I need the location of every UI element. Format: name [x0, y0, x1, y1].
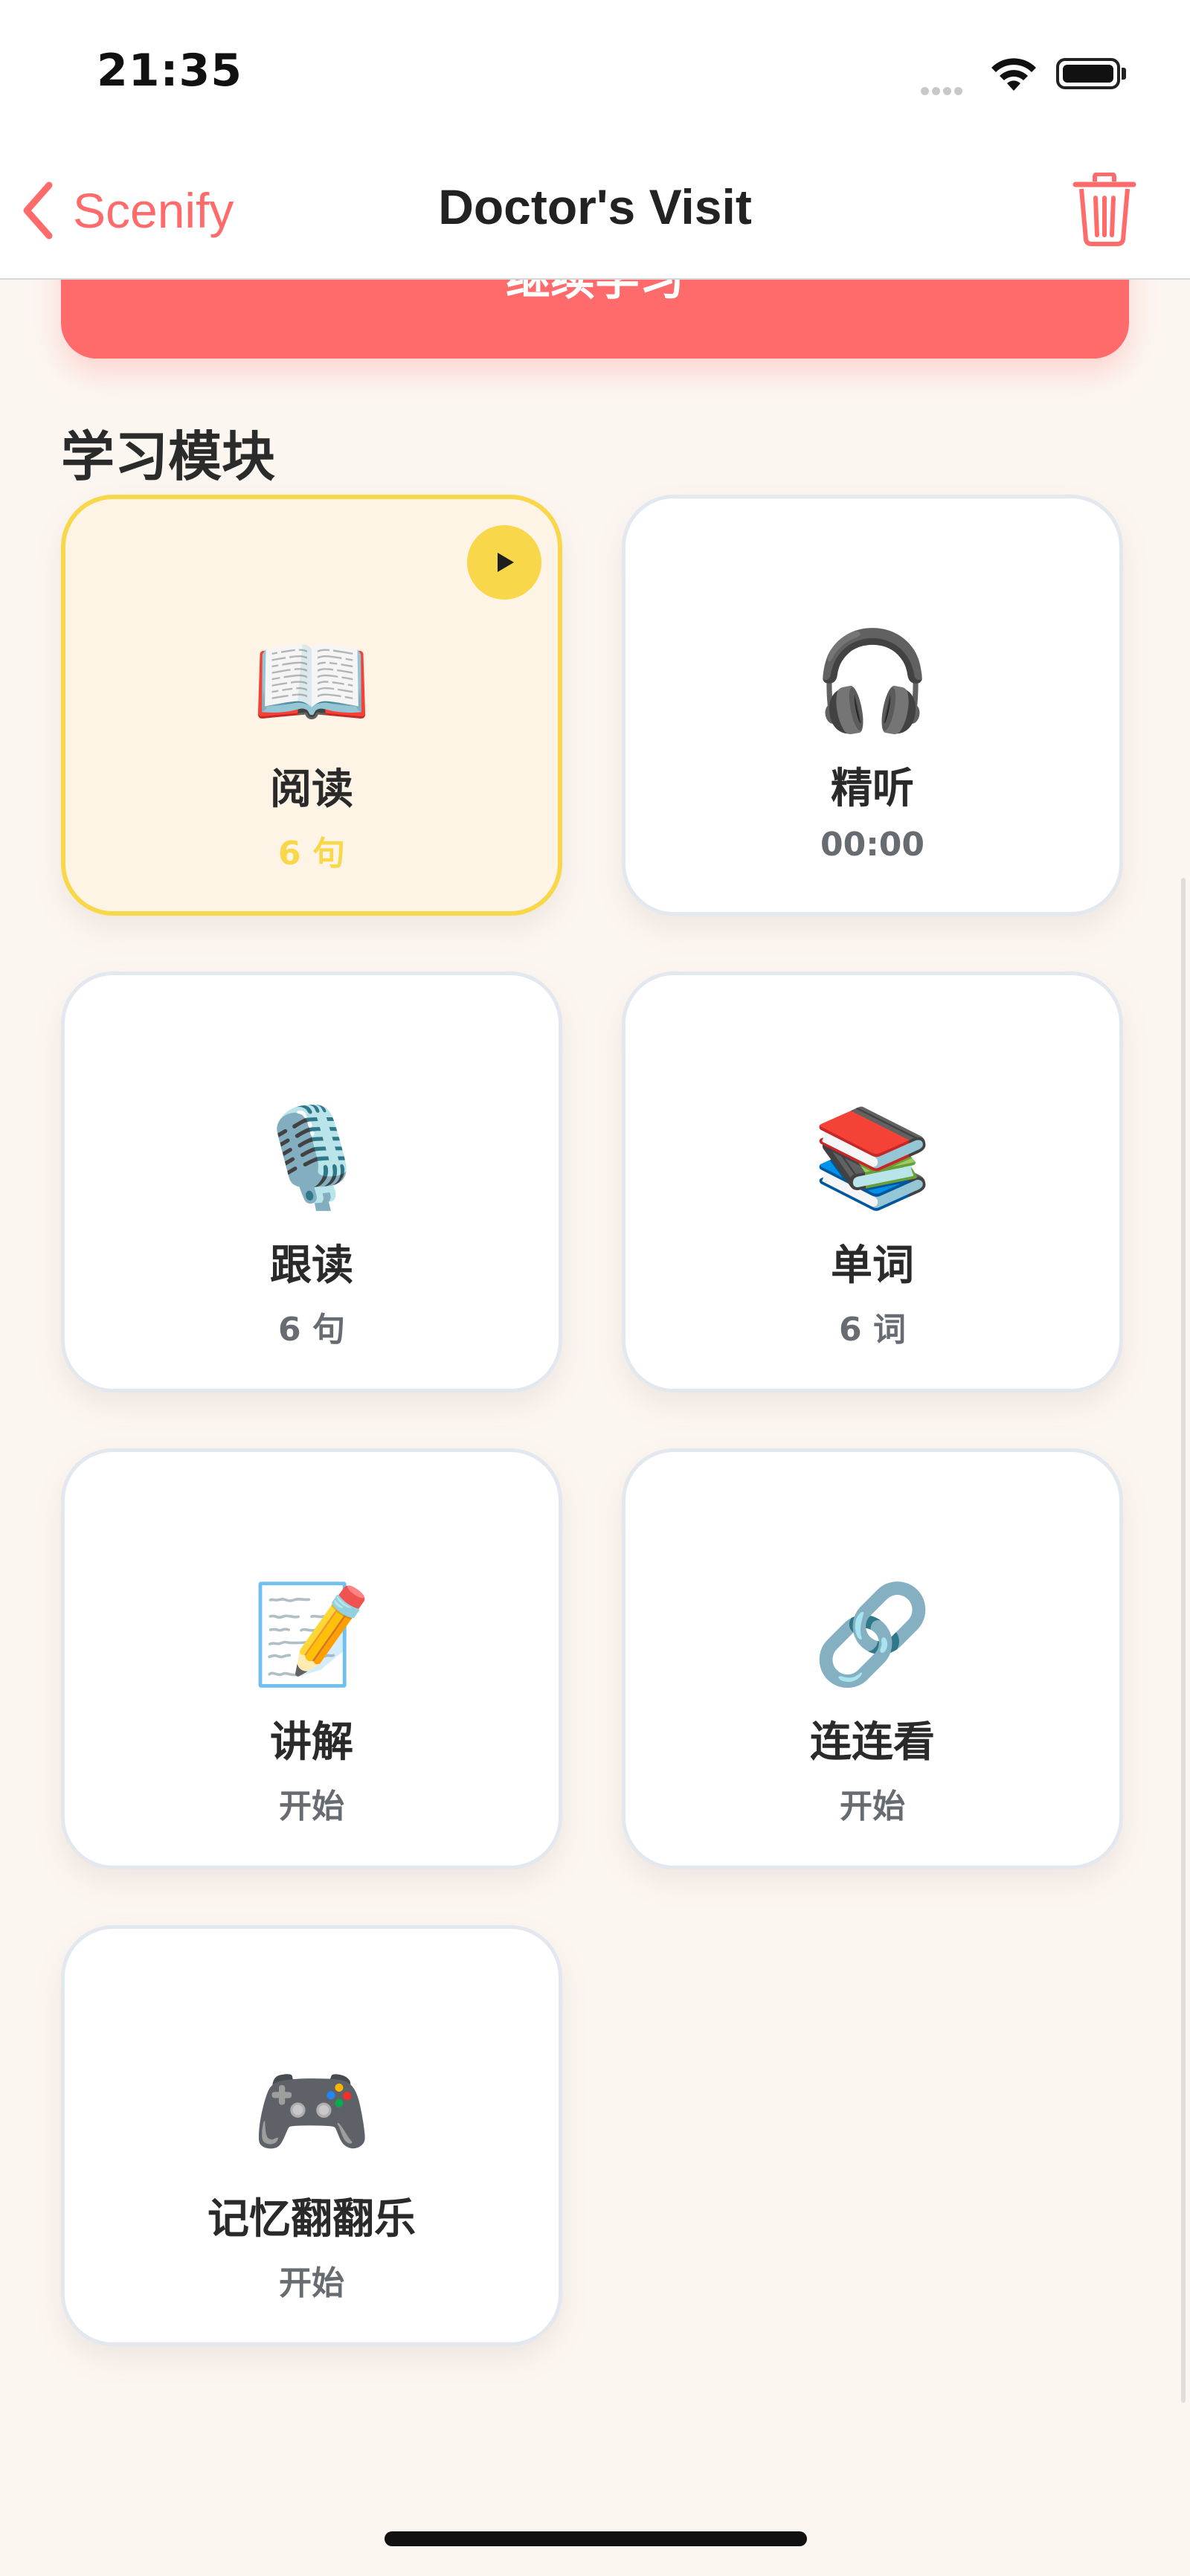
back-label: Scenify [73, 183, 234, 238]
trash-icon [1072, 172, 1136, 246]
module-card-matching[interactable]: 🔗 连连看 开始 [622, 1448, 1123, 1869]
module-subtitle: 开始 [279, 2264, 344, 2302]
module-card-memory-game[interactable]: 🎮 记忆翻翻乐 开始 [61, 1925, 562, 2346]
headphones-icon: 🎧 [812, 624, 933, 737]
module-card-reading[interactable]: 📖 阅读 6 句 [61, 495, 562, 916]
cellular-signal-icon [921, 84, 965, 98]
section-title: 学习模块 [61, 425, 276, 488]
link-icon: 🔗 [812, 1578, 933, 1691]
module-title: 讲解 [270, 1718, 353, 1767]
module-subtitle: 6 句 [278, 1311, 345, 1349]
chevron-left-icon [23, 182, 53, 240]
module-title: 单词 [831, 1242, 914, 1290]
home-indicator[interactable] [385, 2531, 807, 2546]
module-title: 阅读 [270, 765, 353, 814]
battery-nub [1122, 68, 1126, 80]
module-card-vocabulary[interactable]: 📚 单词 6 词 [622, 971, 1123, 1393]
module-title: 跟读 [270, 1242, 353, 1290]
navigation-bar: Scenify Doctor's Visit [0, 141, 1190, 280]
module-subtitle: 开始 [279, 1788, 344, 1825]
module-subtitle: 6 词 [839, 1311, 906, 1349]
wifi-icon [989, 56, 1038, 96]
delete-button[interactable] [1071, 172, 1138, 247]
screen: 继续学习 21:35 Scenify Doctor's Visit 学习模块 📖… [0, 0, 1190, 2576]
module-title: 精听 [831, 765, 914, 813]
open-book-icon: 📖 [251, 625, 372, 738]
module-title: 连连看 [810, 1718, 935, 1767]
status-time: 21:35 [97, 45, 242, 97]
microphone-icon: 🎙️ [251, 1101, 372, 1214]
back-button[interactable]: Scenify [21, 177, 234, 244]
module-subtitle: 6 句 [278, 835, 345, 873]
module-card-explanation[interactable]: 📝 讲解 开始 [61, 1448, 562, 1869]
module-subtitle: 开始 [840, 1788, 905, 1825]
status-bar: 21:35 [0, 0, 1190, 141]
module-subtitle: 00:00 [820, 826, 925, 864]
books-icon: 📚 [812, 1101, 933, 1214]
page-title: Doctor's Visit [438, 179, 752, 234]
battery-icon [1056, 58, 1120, 89]
memo-icon: 📝 [251, 1578, 372, 1691]
play-icon [467, 525, 541, 600]
module-card-shadowing[interactable]: 🎙️ 跟读 6 句 [61, 971, 562, 1393]
module-card-listening[interactable]: 🎧 精听 00:00 [622, 495, 1123, 916]
module-title: 记忆翻翻乐 [208, 2195, 416, 2243]
gamepad-icon: 🎮 [251, 2055, 372, 2168]
scrollbar[interactable] [1181, 878, 1186, 2403]
